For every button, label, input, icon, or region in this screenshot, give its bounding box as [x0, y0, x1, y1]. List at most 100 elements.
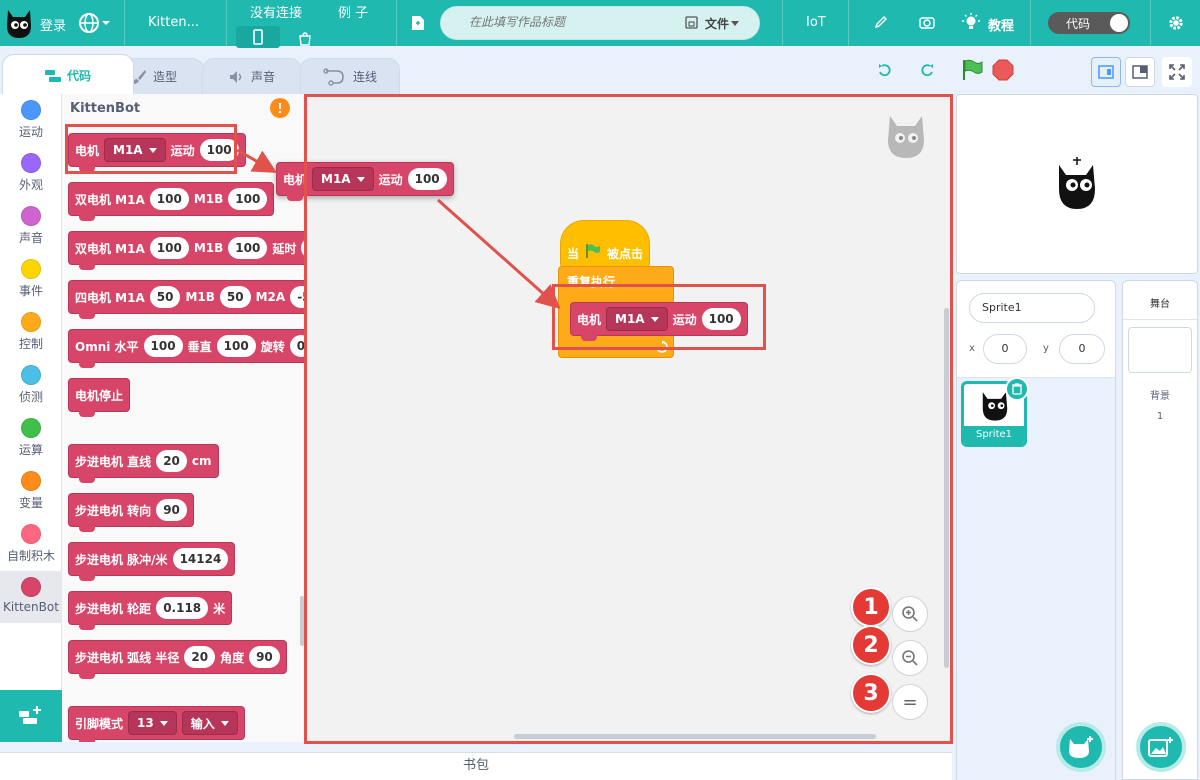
zoom-in-button[interactable]: [892, 596, 928, 632]
block-omni[interactable]: Omni 水平 100 垂直 100 旋转 0: [68, 329, 305, 368]
value-input[interactable]: 100: [143, 335, 183, 357]
connection-status[interactable]: 没有连接: [250, 2, 302, 21]
logo-icon[interactable]: [4, 6, 34, 43]
code-view-toggle[interactable]: 代码: [1048, 12, 1130, 34]
block-motor-run[interactable]: 电机 M1A 运动 100: [68, 133, 246, 172]
large-stage-button[interactable]: [1125, 57, 1155, 87]
stage-canvas[interactable]: [956, 94, 1198, 274]
save-icon[interactable]: [685, 16, 698, 32]
category-my-blocks[interactable]: 自制积木: [0, 518, 62, 571]
category-sound[interactable]: 声音: [0, 200, 62, 253]
value-input[interactable]: 100: [228, 237, 268, 259]
category-motion[interactable]: 运动: [0, 94, 62, 147]
camera-icon[interactable]: [919, 15, 935, 32]
script-workspace[interactable]: 当 被点击 重复执行 电机 M1A 运动 100 电机 M1A 运动 100 =…: [276, 94, 952, 742]
delete-sprite-button[interactable]: [1005, 377, 1029, 401]
board-icon[interactable]: [236, 26, 280, 48]
x-input[interactable]: 0: [983, 334, 1027, 364]
port-dropdown[interactable]: M1A: [104, 138, 166, 162]
value-input[interactable]: 50: [149, 286, 181, 308]
block-stepper-turn[interactable]: 步进电机 转向 90: [68, 493, 194, 532]
add-extension-button[interactable]: [0, 690, 62, 742]
project-name[interactable]: Kitten...: [148, 15, 199, 30]
tab-code-label[interactable]: 代码: [67, 67, 91, 84]
hat-block-flag-clicked[interactable]: 当 被点击: [560, 220, 650, 268]
speed-input[interactable]: 100: [199, 139, 239, 161]
add-backdrop-button[interactable]: [1136, 722, 1186, 772]
block-stepper-wheel[interactable]: 步进电机 轮距 0.118 米: [68, 591, 233, 630]
zoom-reset-button[interactable]: =: [892, 684, 928, 720]
block-pin-mode[interactable]: 引脚模式 13 输入: [68, 706, 245, 742]
small-stage-button[interactable]: [1091, 57, 1121, 87]
tab-wiring[interactable]: 连线: [300, 58, 400, 94]
inner-motor-block[interactable]: 电机 M1A 运动 100: [570, 302, 748, 341]
category-kittenbot[interactable]: KittenBot: [0, 571, 62, 623]
kitten-sprite-icon[interactable]: [1055, 155, 1099, 211]
block-stepper-arc[interactable]: 步进电机 弧线 半径 20 角度 90: [68, 640, 287, 679]
redo-icon[interactable]: [920, 62, 936, 81]
stage-selector-panel[interactable]: 舞台 背景 1: [1122, 280, 1198, 780]
workspace-horizontal-scrollbar[interactable]: [514, 734, 876, 739]
stop-icon[interactable]: [992, 59, 1014, 84]
backpack-bar[interactable]: 书包: [0, 752, 952, 780]
examples-menu[interactable]: 例 子: [338, 2, 368, 21]
port-dropdown[interactable]: M1A: [606, 307, 668, 331]
value-input[interactable]: 50: [219, 286, 251, 308]
info-icon[interactable]: [270, 98, 290, 118]
value-input[interactable]: 20: [156, 450, 187, 472]
y-input[interactable]: 0: [1059, 334, 1105, 364]
value-input[interactable]: 0: [289, 335, 305, 357]
block-stepper-line[interactable]: 步进电机 直线 20 cm: [68, 444, 219, 483]
port-dropdown[interactable]: M1A: [312, 167, 374, 191]
block-stepper-pulse[interactable]: 步进电机 脉冲/米 14124: [68, 542, 236, 581]
add-sprite-button[interactable]: [1056, 722, 1106, 772]
green-flag-icon[interactable]: [960, 58, 984, 85]
value-input[interactable]: 14124: [172, 548, 229, 570]
value-input[interactable]: 100: [216, 335, 256, 357]
project-title-input[interactable]: [469, 15, 669, 29]
workspace-vertical-scrollbar[interactable]: [944, 308, 949, 668]
block-dual-motor[interactable]: 双电机 M1A 100 M1B 100: [68, 182, 275, 221]
value-input[interactable]: 100: [228, 188, 268, 210]
speed-input[interactable]: 100: [407, 168, 447, 190]
block-quad-motor[interactable]: 四电机 M1A 50 M1B 50 M2A -50: [68, 280, 305, 319]
new-file-icon[interactable]: [411, 15, 425, 34]
project-title-field[interactable]: 文件: [440, 6, 760, 40]
iot-menu[interactable]: IoT: [806, 15, 826, 30]
value-input[interactable]: 0.118: [156, 597, 209, 619]
block-dual-motor-delay[interactable]: 双电机 M1A 100 M1B 100 延时 5: [68, 231, 305, 270]
pin-dropdown[interactable]: 13: [128, 711, 177, 735]
mode-dropdown[interactable]: 输入: [181, 711, 238, 735]
category-sensing[interactable]: 侦测: [0, 359, 62, 412]
tutorial-bulb-icon[interactable]: [962, 13, 980, 34]
dragged-motor-block[interactable]: 电机 M1A 运动 100: [276, 162, 454, 201]
sprite-name-field[interactable]: Sprite1: [969, 293, 1095, 323]
tutorial-menu[interactable]: 教程: [988, 15, 1014, 34]
language-globe-icon[interactable]: [78, 12, 112, 37]
package-icon[interactable]: [298, 32, 312, 49]
value-input[interactable]: 90: [156, 499, 187, 521]
value-input[interactable]: 100: [149, 188, 189, 210]
file-dropdown-icon[interactable]: [731, 21, 739, 26]
category-control[interactable]: 控制: [0, 306, 62, 359]
category-looks[interactable]: 外观: [0, 147, 62, 200]
speed-input[interactable]: 100: [701, 308, 741, 330]
login-link[interactable]: 登录: [40, 15, 66, 34]
category-events[interactable]: 事件: [0, 253, 62, 306]
value-input[interactable]: 20: [184, 646, 216, 668]
value-input[interactable]: 100: [149, 237, 189, 259]
backdrop-thumbnail[interactable]: [1128, 327, 1192, 373]
settings-gear-icon[interactable]: [1168, 15, 1184, 34]
tab-sounds[interactable]: 声音: [202, 58, 302, 94]
zoom-out-button[interactable]: [892, 640, 928, 676]
fullscreen-button[interactable]: [1162, 57, 1192, 87]
category-variables[interactable]: 变量: [0, 465, 62, 518]
undo-icon[interactable]: [876, 62, 892, 81]
category-operators[interactable]: 运算: [0, 412, 62, 465]
value-input[interactable]: -50: [290, 286, 305, 308]
pen-icon[interactable]: [874, 15, 888, 32]
block-motor-stop[interactable]: 电机停止: [68, 378, 131, 417]
palette-scrollbar[interactable]: [300, 596, 304, 646]
file-menu[interactable]: 文件: [705, 15, 729, 32]
value-input[interactable]: 90: [249, 646, 280, 668]
